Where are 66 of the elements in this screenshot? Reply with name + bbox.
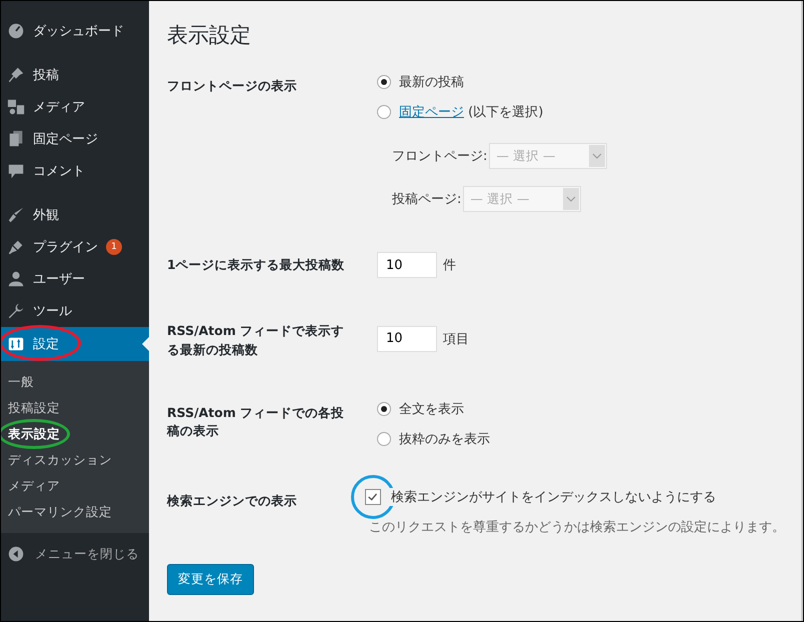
unit-label: 件: [443, 257, 456, 274]
radio-button[interactable]: [377, 75, 391, 89]
pages-icon: [7, 130, 25, 148]
pages-link[interactable]: 固定ページ: [399, 105, 464, 120]
sidebar-item-label: 投稿: [33, 67, 59, 84]
sidebar-item-label: ダッシュボード: [33, 23, 124, 40]
sidebar-item-label: メディア: [33, 99, 85, 116]
checkbox-label: 検索エンジンがサイトをインデックスしないようにする: [389, 488, 716, 506]
sidebar-item-label: 設定: [33, 336, 59, 353]
sidebar-item[interactable]: 投稿: [1, 59, 149, 91]
comment-icon: [7, 162, 25, 180]
sidebar-item-label: 外観: [33, 207, 59, 224]
sidebar-item[interactable]: 設定: [1, 327, 149, 361]
number-field[interactable]: 10: [377, 252, 437, 278]
dashboard-icon: [7, 22, 25, 40]
plug-icon: [7, 238, 25, 256]
sidebar-item-label: コメント: [33, 163, 85, 180]
sidebar-item[interactable]: 固定ページ: [1, 123, 149, 155]
submenu-item[interactable]: メディア: [1, 473, 149, 499]
media-icon: [7, 98, 25, 116]
page-title: 表示設定: [167, 22, 252, 49]
sidebar-item[interactable]: ダッシュボード: [1, 15, 149, 47]
wrench-icon: [7, 302, 25, 320]
setting-label: 検索エンジンでの表示: [167, 492, 298, 510]
select-label: 投稿ページ:: [392, 191, 462, 208]
collapse-menu-link[interactable]: メニューを閉じる: [35, 546, 139, 562]
setting-label: 1ページに表示する最大投稿数: [167, 256, 346, 274]
number-field[interactable]: 10: [377, 326, 437, 352]
pin-icon: [7, 66, 25, 84]
sidebar-item-label: ツール: [33, 303, 72, 320]
radio-button[interactable]: [377, 432, 391, 446]
user-icon: [7, 270, 25, 288]
radio-label: 固定ページ (以下を選択): [399, 104, 544, 121]
brush-icon: [7, 206, 25, 224]
select-label: フロントページ:: [392, 148, 488, 165]
setting-label: RSS/Atom フィードでの各投稿の表示: [167, 404, 346, 440]
sidebar-item-label: ユーザー: [33, 271, 85, 288]
update-badge: 1: [106, 239, 122, 255]
description-text: このリクエストを尊重するかどうかは検索エンジンの設定によります。: [369, 518, 785, 536]
radio-button[interactable]: [377, 105, 391, 119]
save-button[interactable]: 変更を保存: [167, 564, 254, 594]
sidebar-item[interactable]: ユーザー: [1, 263, 149, 295]
submenu-item[interactable]: ディスカッション: [1, 447, 149, 473]
sidebar-item-label: 固定ページ: [33, 131, 98, 148]
collapse-icon[interactable]: [7, 545, 25, 563]
radio-button[interactable]: [377, 402, 391, 416]
unit-label: 項目: [443, 330, 469, 348]
submenu-item[interactable]: 投稿設定: [1, 395, 149, 421]
sidebar-item[interactable]: メディア: [1, 91, 149, 123]
submenu-item[interactable]: 一般: [1, 369, 149, 395]
radio-label: 抜粋のみを表示: [399, 430, 490, 448]
submenu-item[interactable]: 表示設定: [1, 421, 149, 447]
checkbox[interactable]: [365, 488, 381, 504]
sidebar-item[interactable]: コメント: [1, 155, 149, 187]
caret-icon: [589, 145, 606, 167]
caret-icon: [563, 188, 580, 210]
setting-label: RSS/Atom フィードで表示する最新の投稿数: [167, 322, 346, 359]
radio-label: 最新の投稿: [399, 74, 464, 91]
radio-label: 全文を表示: [399, 400, 464, 418]
setting-label: フロントページの表示: [167, 77, 298, 95]
sidebar-item[interactable]: 外観: [1, 199, 149, 231]
sidebar-item[interactable]: プラグイン 1: [1, 231, 149, 263]
sidebar-item-label: プラグイン: [33, 239, 98, 256]
submenu-item[interactable]: パーマリンク設定: [1, 499, 149, 525]
sidebar-item[interactable]: ツール: [1, 295, 149, 327]
settings-icon: [7, 335, 25, 353]
